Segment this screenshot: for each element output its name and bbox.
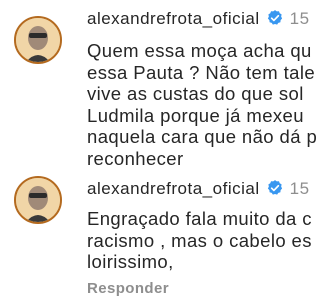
comment-line: Quem essa moça acha qu	[87, 40, 312, 61]
username[interactable]: alexandrefrota_oficial	[87, 179, 260, 198]
comment-time: 15	[289, 179, 310, 198]
comment-line: vive as custas do que sol	[87, 83, 304, 104]
user-avatar[interactable]	[14, 16, 62, 64]
avatar-image	[16, 178, 60, 222]
comment-header: alexandrefrota_oficial 15	[87, 179, 310, 199]
comment-line: racismo , mas o cabelo es	[87, 229, 312, 251]
reply-button[interactable]: Responder	[87, 280, 169, 297]
verified-badge-icon	[267, 180, 282, 195]
comment-line: Ludmila porque já mexeu	[87, 104, 304, 126]
comment-text: Quem essa moça acha qu essa Pauta ? Não …	[87, 40, 317, 169]
comment-line: naquela cara que não dá p	[87, 126, 318, 147]
user-avatar[interactable]	[14, 176, 62, 224]
avatar-image	[16, 18, 60, 62]
comment-line: essa Pauta ? Não tem tale	[87, 61, 316, 83]
comment-header: alexandrefrota_oficial 15	[87, 9, 310, 29]
verified-badge-icon	[267, 10, 282, 25]
comment-line: loirissimo,	[87, 251, 174, 272]
comment-line: reconhecer	[87, 147, 184, 169]
comment-time: 15	[289, 9, 310, 28]
comment-text: Engraçado fala muito da c racismo , mas …	[87, 208, 312, 273]
comment-line: Engraçado fala muito da c	[87, 208, 312, 229]
username[interactable]: alexandrefrota_oficial	[87, 9, 260, 28]
